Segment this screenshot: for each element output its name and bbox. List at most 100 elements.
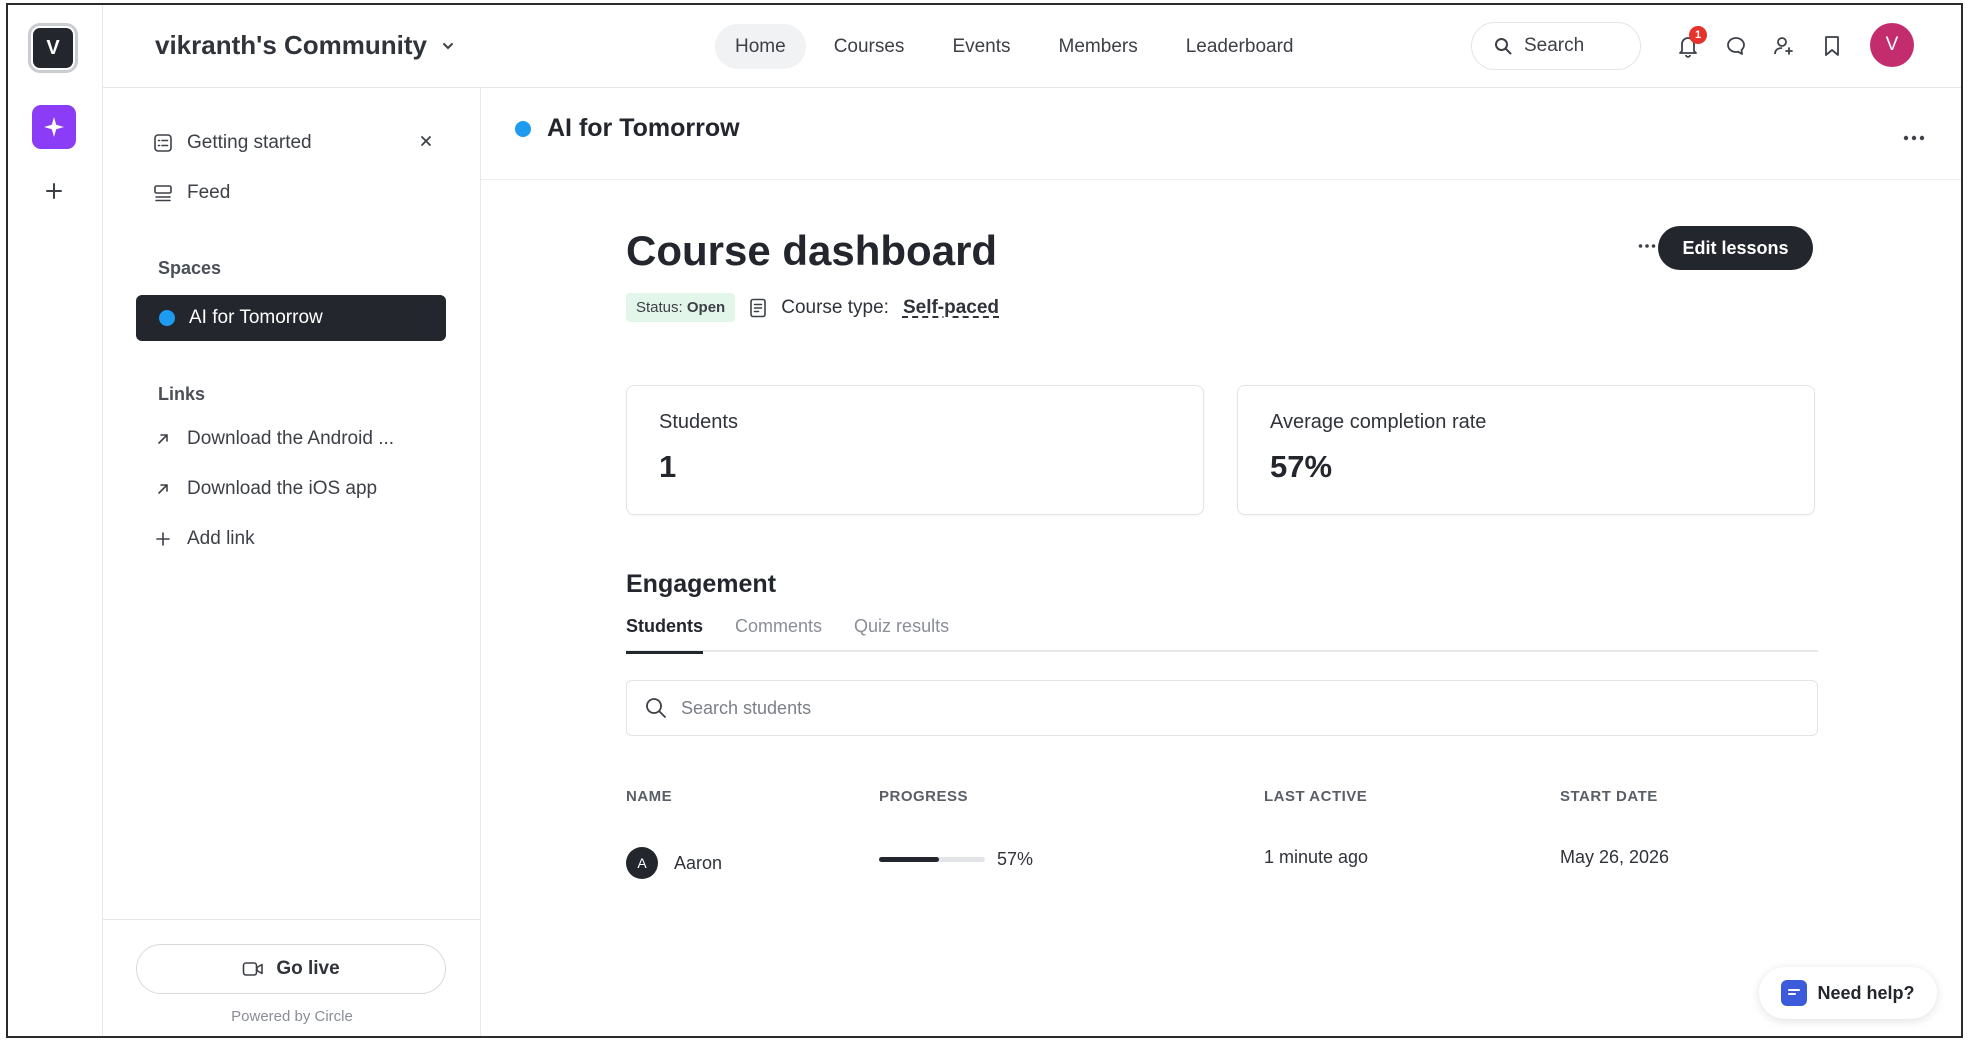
community-switcher[interactable]: V bbox=[28, 23, 78, 73]
column-header-name: NAME bbox=[626, 788, 673, 805]
stat-value: 57% bbox=[1270, 449, 1333, 484]
need-help-label: Need help? bbox=[1817, 982, 1915, 1003]
search-students-input[interactable] bbox=[681, 697, 1581, 719]
powered-by-circle-link[interactable]: Powered by Circle bbox=[103, 1008, 481, 1025]
page-title: Course dashboard bbox=[626, 227, 998, 274]
stat-label: Average completion rate bbox=[1270, 411, 1487, 433]
progress-bar-fill bbox=[879, 857, 940, 862]
community-logo: V bbox=[33, 28, 73, 68]
space-title-text: AI for Tomorrow bbox=[547, 114, 740, 142]
search-students-field bbox=[626, 680, 1818, 736]
top-header: vikranth's Community Home Courses Events… bbox=[103, 5, 1961, 88]
student-name: Aaron bbox=[674, 852, 723, 873]
space-color-dot bbox=[159, 310, 175, 326]
feed-icon bbox=[154, 185, 172, 202]
nav-courses[interactable]: Courses bbox=[814, 24, 925, 69]
nav-events[interactable]: Events bbox=[932, 24, 1030, 69]
sidebar-item-label: Add link bbox=[187, 528, 255, 549]
more-horizontal-icon bbox=[1638, 244, 1656, 248]
search-icon bbox=[646, 698, 666, 718]
status-value: Open bbox=[686, 299, 726, 316]
add-link-button[interactable]: Add link bbox=[153, 524, 255, 554]
user-add-icon bbox=[1774, 37, 1793, 55]
column-header-last-active: LAST ACTIVE bbox=[1264, 788, 1368, 805]
nav-members[interactable]: Members bbox=[1039, 24, 1158, 69]
bookmarks-button[interactable] bbox=[1817, 29, 1847, 63]
community-rail: V bbox=[8, 5, 103, 1036]
sidebar-item-label: Download the Android ... bbox=[187, 428, 395, 449]
checklist-icon bbox=[154, 134, 172, 152]
column-header-progress: PROGRESS bbox=[879, 788, 969, 805]
space-options-button[interactable] bbox=[1903, 121, 1925, 147]
students-stat-card: Students 1 bbox=[626, 385, 1204, 515]
course-options-button[interactable] bbox=[1638, 232, 1656, 255]
close-icon bbox=[421, 136, 431, 146]
community-name: vikranth's Community bbox=[155, 30, 428, 60]
course-type-value[interactable]: Self-paced bbox=[903, 297, 999, 319]
student-name-cell[interactable]: A Aaron bbox=[626, 847, 722, 879]
tab-quiz-results[interactable]: Quiz results bbox=[854, 612, 949, 652]
plus-icon bbox=[156, 532, 170, 546]
sidebar-link-ios[interactable]: Download the iOS app bbox=[153, 474, 377, 504]
sidebar: Getting started Feed Spaces AI for Tomor… bbox=[103, 88, 481, 1036]
progress-label: 57% bbox=[997, 849, 1034, 869]
notification-badge: 1 bbox=[1689, 26, 1707, 44]
chat-bubble-icon bbox=[1727, 37, 1745, 55]
invite-members-button[interactable] bbox=[1769, 29, 1799, 63]
status-badge: Status: Open bbox=[626, 293, 736, 322]
progress-bar bbox=[879, 857, 985, 862]
ai-sparkle-button[interactable] bbox=[32, 105, 76, 149]
sidebar-item-label: Getting started bbox=[187, 132, 312, 153]
plus-icon bbox=[46, 183, 62, 199]
avatar: A bbox=[626, 847, 658, 879]
sidebar-item-label: AI for Tomorrow bbox=[189, 307, 323, 328]
main-content: AI for Tomorrow Course dashboard Edit le… bbox=[481, 88, 1961, 1036]
nav-leaderboard[interactable]: Leaderboard bbox=[1166, 24, 1314, 69]
stat-label: Students bbox=[659, 411, 738, 433]
start-date-cell: May 26, 2026 bbox=[1560, 847, 1670, 867]
community-name-dropdown[interactable]: vikranth's Community bbox=[155, 30, 455, 61]
edit-lessons-button[interactable]: Edit lessons bbox=[1658, 226, 1813, 270]
engagement-title: Engagement bbox=[626, 570, 777, 598]
column-header-start-date: START DATE bbox=[1560, 788, 1658, 805]
chevron-down-icon bbox=[443, 42, 454, 49]
nav-home[interactable]: Home bbox=[715, 24, 806, 69]
space-title: AI for Tomorrow bbox=[515, 114, 740, 143]
space-color-dot bbox=[515, 120, 531, 137]
links-heading: Links bbox=[158, 384, 206, 404]
space-header: AI for Tomorrow bbox=[481, 88, 1961, 180]
app-window: V vikranth's Community Home Courses Even… bbox=[6, 3, 1963, 1038]
close-getting-started-button[interactable] bbox=[416, 131, 436, 151]
tab-students[interactable]: Students bbox=[626, 612, 704, 654]
go-live-button[interactable]: Go live bbox=[136, 944, 446, 994]
more-horizontal-icon bbox=[1903, 135, 1925, 141]
spaces-heading: Spaces bbox=[158, 258, 222, 278]
engagement-tabs: Students Comments Quiz results bbox=[626, 612, 1818, 654]
sidebar-item-feed[interactable]: Feed bbox=[153, 178, 230, 208]
search-icon bbox=[1495, 38, 1512, 55]
help-chat-icon bbox=[1781, 980, 1808, 1006]
need-help-button[interactable]: Need help? bbox=[1759, 967, 1937, 1019]
sidebar-item-getting-started[interactable]: Getting started bbox=[153, 128, 312, 158]
stat-value: 1 bbox=[659, 449, 677, 484]
tab-comments[interactable]: Comments bbox=[735, 612, 822, 652]
sidebar-link-android[interactable]: Download the Android ... bbox=[153, 424, 394, 454]
search-button[interactable]: Search bbox=[1471, 22, 1641, 70]
header-actions: 1 bbox=[1673, 26, 1847, 63]
arrow-up-right-icon bbox=[158, 484, 168, 494]
top-nav: Home Courses Events Members Leaderboard bbox=[715, 24, 1313, 69]
sidebar-item-ai-for-tomorrow[interactable]: AI for Tomorrow bbox=[136, 295, 446, 341]
status-label: Status: bbox=[636, 299, 683, 316]
search-label: Search bbox=[1524, 35, 1585, 56]
document-icon bbox=[750, 298, 767, 317]
completion-stat-card: Average completion rate 57% bbox=[1237, 385, 1815, 515]
sidebar-footer: Go live Powered by Circle bbox=[103, 919, 480, 1036]
user-avatar[interactable]: V bbox=[1870, 23, 1914, 67]
course-type-label: Course type: bbox=[781, 296, 889, 318]
sidebar-item-label: Download the iOS app bbox=[187, 478, 378, 499]
progress-cell: 57% bbox=[879, 849, 1033, 870]
messages-button[interactable] bbox=[1721, 29, 1751, 63]
add-community-button[interactable] bbox=[40, 177, 68, 205]
notifications-button[interactable]: 1 bbox=[1673, 26, 1707, 63]
course-meta: Status: Open Course type: Self-paced bbox=[626, 293, 999, 322]
